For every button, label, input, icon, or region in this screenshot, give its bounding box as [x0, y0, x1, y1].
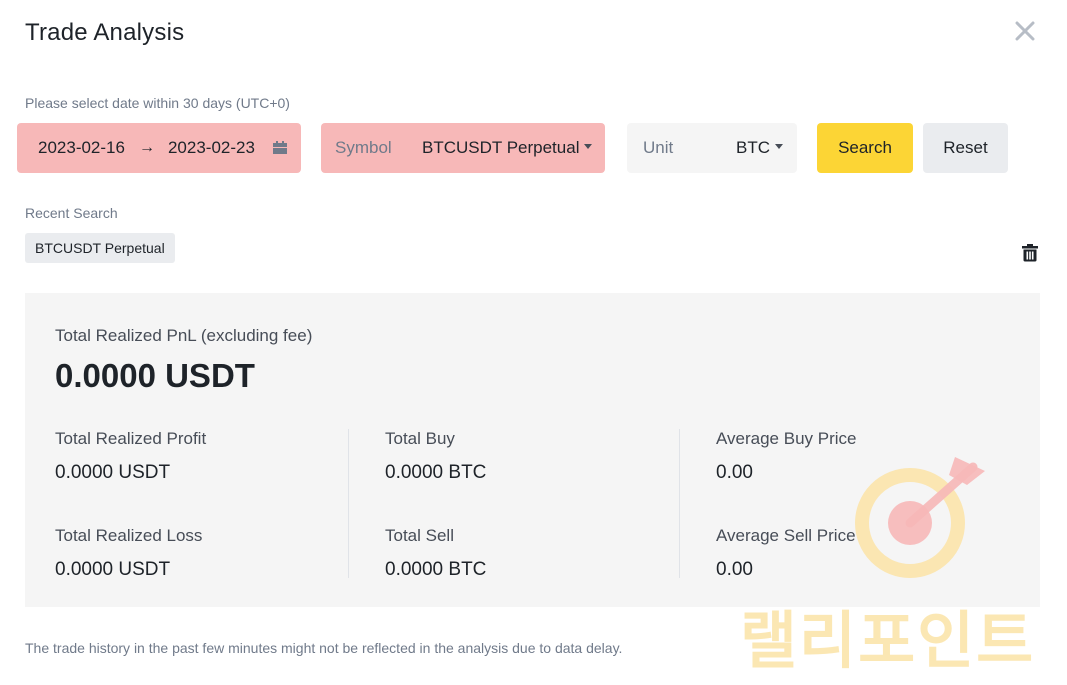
date-hint: Please select date within 30 days (UTC+0…	[25, 95, 290, 111]
stat-label: Total Sell	[385, 526, 454, 545]
stat-value: 0.0000 USDT	[55, 462, 171, 483]
calendar-icon[interactable]	[273, 140, 287, 154]
date-arrow: →	[138, 139, 155, 156]
chevron-down-icon[interactable]	[584, 144, 593, 149]
stats-column-buy-sell: Total Buy 0.0000 BTC Total Sell 0.0000 B…	[385, 429, 685, 583]
recent-search-chip[interactable]: BTCUSDT Perpetual	[25, 233, 175, 263]
symbol-select[interactable]: Symbol BTCUSDT Perpetual	[321, 123, 605, 173]
column-divider	[679, 429, 680, 578]
watermark-text: 랠리포인트	[740, 604, 1036, 677]
chevron-down-icon[interactable]	[775, 144, 783, 149]
stat-label: Total Buy	[385, 429, 455, 448]
modal-title: Trade Analysis	[25, 19, 185, 46]
symbol-label: Symbol	[335, 138, 392, 157]
data-delay-note: The trade history in the past few minute…	[25, 640, 623, 656]
unit-select[interactable]: Unit BTC	[627, 123, 797, 173]
stat-value: 0.0000 USDT	[55, 559, 171, 580]
recent-search-label: Recent Search	[25, 205, 118, 221]
stat-label: Total Realized Profit	[55, 429, 207, 448]
trash-icon[interactable]	[1022, 244, 1038, 262]
total-pnl-value: 0.0000 USDT	[55, 357, 255, 394]
unit-value[interactable]: BTC	[736, 138, 770, 158]
date-range-picker[interactable]: 2023-02-16 → 2023-02-23	[17, 123, 301, 173]
date-start[interactable]: 2023-02-16	[38, 138, 125, 158]
search-button[interactable]: Search	[817, 123, 913, 173]
column-divider	[348, 429, 349, 578]
date-end[interactable]: 2023-02-23	[168, 138, 255, 158]
symbol-value[interactable]: BTCUSDT Perpetual	[422, 138, 579, 158]
total-pnl-label: Total Realized PnL (excluding fee)	[55, 326, 313, 345]
unit-label: Unit	[643, 138, 674, 157]
close-icon[interactable]	[1012, 18, 1038, 44]
stat-value: 0.0000 BTC	[385, 559, 487, 580]
trade-analysis-modal: Trade Analysis Please select date within…	[0, 0, 1067, 685]
target-arrow-icon	[855, 445, 990, 580]
stat-value: 0.0000 BTC	[385, 462, 487, 483]
stat-label: Total Realized Loss	[55, 526, 203, 545]
stats-column-profit-loss: Total Realized Profit 0.0000 USDT Total …	[55, 429, 355, 583]
reset-button[interactable]: Reset	[923, 123, 1008, 173]
